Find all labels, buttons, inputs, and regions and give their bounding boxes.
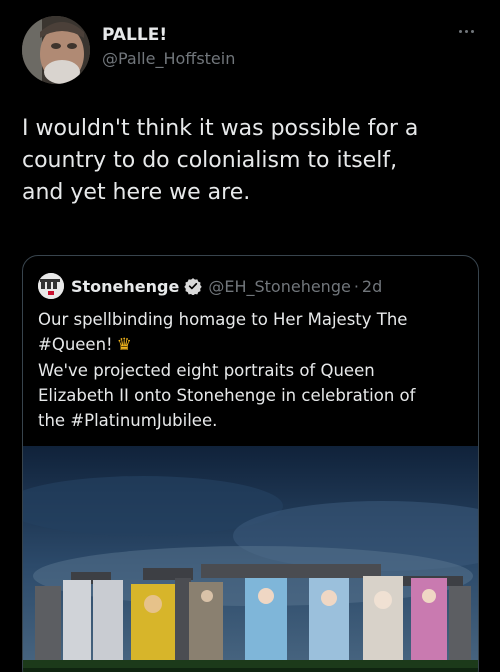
quoted-line-2: #Queen! ♛ [38,332,468,358]
quoted-handle[interactable]: @EH_Stonehenge [208,277,350,296]
quoted-timestamp[interactable]: 2d [362,277,382,296]
quoted-line-1: Our spellbinding homage to Her Majesty T… [38,310,408,329]
tweet-text: I wouldn't think it was possible for a c… [22,116,419,205]
verified-badge-icon [184,278,203,295]
quoted-tweet[interactable]: Stonehenge @EH_Stonehenge · 2d Our spell… [22,255,479,672]
quoted-line-4: Elizabeth II onto Stonehenge in celebrat… [38,386,416,405]
hashtag-queen[interactable]: #Queen! [38,335,113,354]
crown-icon: ♛ [116,335,132,355]
quoted-tweet-image[interactable] [23,446,478,672]
quoted-line-5: the #PlatinumJubilee. [38,411,218,430]
tweet: PALLE! @Palle_Hoffstein I wouldn't think… [0,0,500,672]
quoted-line-3: We've projected eight portraits of Queen [38,361,375,380]
avatar[interactable] [22,16,90,84]
quoted-tweet-header: Stonehenge @EH_Stonehenge · 2d [38,273,382,299]
quoted-tweet-text: Our spellbinding homage to Her Majesty T… [38,307,468,433]
display-name[interactable]: PALLE! [102,24,235,46]
more-options-icon[interactable] [459,30,474,33]
tweet-author[interactable]: PALLE! @Palle_Hoffstein [22,16,235,84]
quoted-avatar[interactable] [38,273,64,299]
separator-dot: · [353,276,359,296]
user-handle[interactable]: @Palle_Hoffstein [102,48,235,70]
quoted-display-name[interactable]: Stonehenge [71,277,179,296]
avatar-photo [22,16,90,84]
english-heritage-logo-icon [38,273,64,299]
stonehenge-photo [23,446,478,672]
